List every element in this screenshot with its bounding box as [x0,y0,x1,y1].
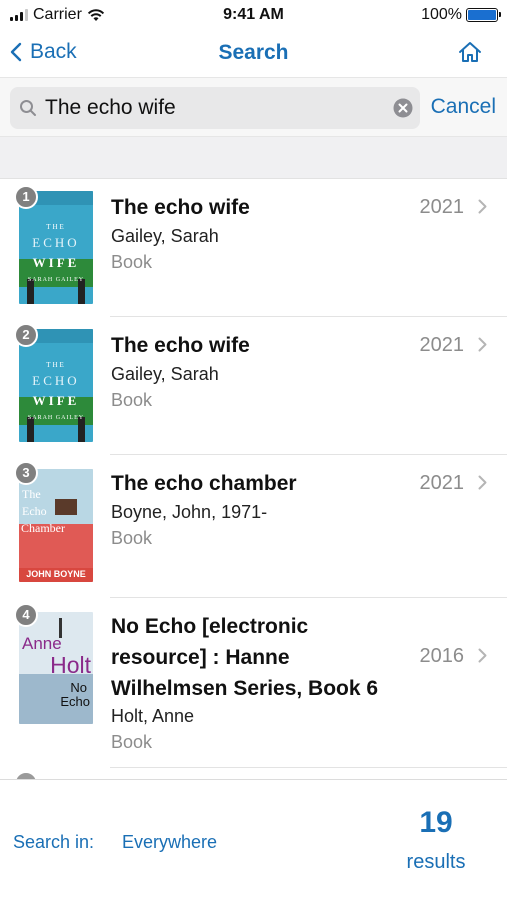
cover-text: WIFE [32,393,80,408]
result-row[interactable]: Anne Holt No Echo 4 No Echo [electronic … [0,598,507,768]
result-number-badge: 2 [14,323,38,347]
cover-text: Holt [50,652,91,678]
result-year: 2021 [419,472,465,494]
result-author: Boyne, John, 1971- [111,502,268,522]
cover-text: THE [46,223,66,231]
result-title: The echo chamber [111,472,297,495]
result-row[interactable]: The Echo Chamber JOHN BOYNE 3 The echo c… [0,455,507,598]
result-row[interactable]: THE ECHO WIFE SARAH GAILEY 1 The echo wi… [0,179,507,317]
cover-text: Chamber [21,521,65,535]
result-number-badge: 1 [14,185,38,209]
cover-text: No [70,680,87,695]
search-input[interactable] [45,87,385,129]
result-number-badge: 3 [14,461,38,485]
result-format: Book [111,252,153,272]
result-format: Book [111,528,153,548]
book-cover: The Echo Chamber JOHN BOYNE [19,469,93,582]
result-author: Holt, Anne [111,706,195,726]
result-number-badge-partial [14,771,38,779]
chevron-right-icon [478,475,487,490]
chevron-right-icon [478,199,487,214]
result-title: The echo wife [111,196,250,219]
chevron-right-icon [478,648,487,663]
result-title: The echo wife [111,334,250,357]
cover-text: SARAH GAILEY [27,415,85,421]
cover-text: Anne [22,634,62,653]
battery-icon [466,8,501,22]
result-number-badge: 4 [14,603,38,627]
search-box [10,87,420,129]
cover-text: JOHN BOYNE [26,569,86,579]
battery-percent: 100% [421,6,462,23]
result-year: 2016 [419,645,465,667]
status-bar: Carrier 9:41 AM 100% [0,0,507,30]
bottom-bar: Search in: Everywhere 19 results [0,779,507,900]
result-author: Gailey, Sarah [111,226,219,246]
clear-search-icon[interactable] [393,98,413,118]
result-format: Book [111,732,153,752]
result-year: 2021 [419,196,465,218]
cover-text: ECHO [32,235,80,250]
cover-text: THE [46,361,66,369]
result-format: Book [111,390,153,410]
cover-text: WIFE [32,255,80,270]
search-scope-selector[interactable]: Everywhere [122,832,217,853]
result-author: Gailey, Sarah [111,364,219,384]
page-title: Search [218,41,289,64]
home-icon[interactable] [457,40,483,64]
result-title: No Echo [electronic resource] : Hanne Wi… [111,615,379,700]
cover-text: SARAH GAILEY [27,277,85,283]
cover-text: Echo [22,504,47,518]
section-divider [0,137,507,179]
results-count: 19 [419,806,453,839]
book-cover: Anne Holt No Echo [19,612,93,724]
cover-text: The [22,487,41,501]
chevron-right-icon [478,337,487,352]
nav-bar: Back Search [0,30,507,76]
results-list[interactable]: THE ECHO WIFE SARAH GAILEY 1 The echo wi… [0,179,507,779]
result-row[interactable]: THE ECHO WIFE SARAH GAILEY 2 The echo wi… [0,317,507,455]
status-right: 100% [421,6,501,24]
row-divider [110,767,507,768]
cover-text: ECHO [32,373,80,388]
search-icon [20,100,36,116]
result-year: 2021 [419,334,465,356]
cover-text: Echo [60,694,90,709]
cancel-button[interactable]: Cancel [431,95,496,119]
search-in-label: Search in: [13,832,95,852]
results-count-label: results [406,851,466,873]
search-bar: Cancel [0,77,507,137]
